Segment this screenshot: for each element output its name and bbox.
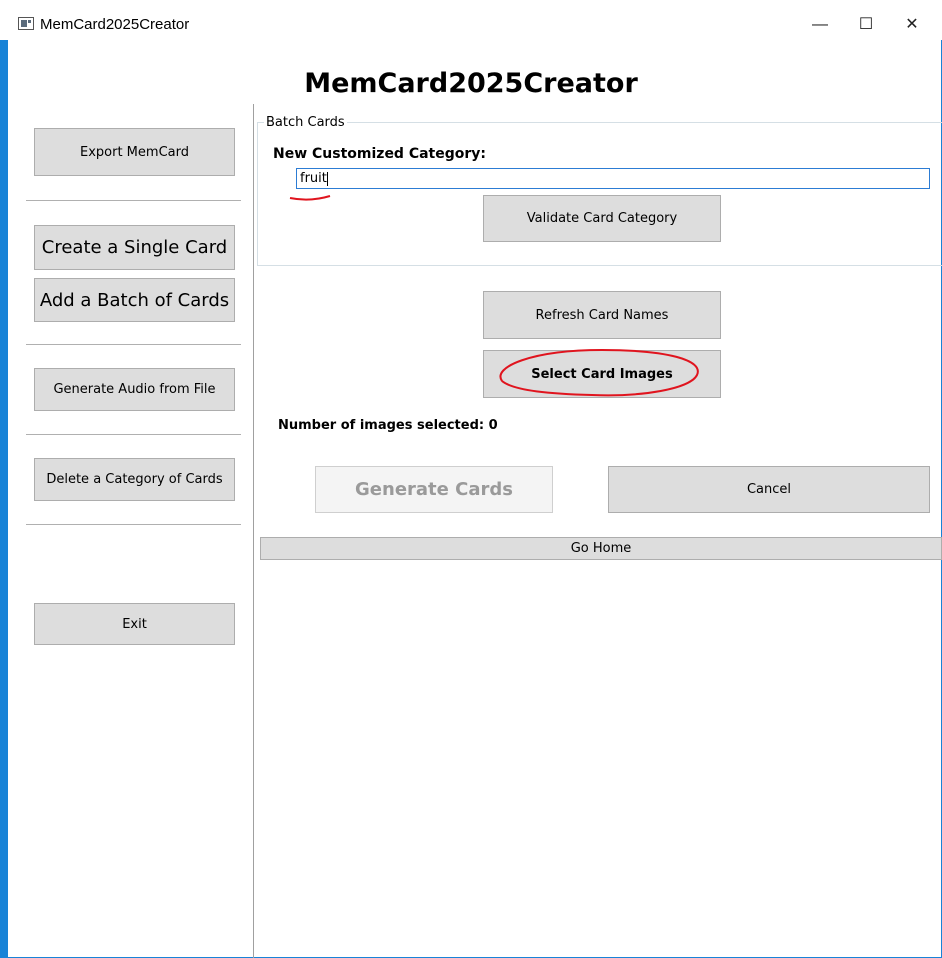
- app-window-icon: [18, 17, 34, 30]
- category-label: New Customized Category:: [273, 146, 487, 162]
- generate-cards-button[interactable]: Generate Cards: [315, 466, 553, 513]
- category-input-value: fruit: [300, 171, 327, 186]
- images-selected-count: Number of images selected: 0: [278, 418, 498, 433]
- delete-category-button[interactable]: Delete a Category of Cards: [34, 458, 235, 501]
- red-underline-annotation: [289, 195, 331, 201]
- window-title: MemCard2025Creator: [40, 16, 190, 33]
- maximize-icon[interactable]: ☐: [843, 10, 889, 40]
- sidebar-divider: [26, 200, 241, 201]
- cancel-button[interactable]: Cancel: [608, 466, 930, 513]
- sidebar-separator: [253, 104, 254, 958]
- batch-cards-group-label: Batch Cards: [264, 115, 347, 130]
- create-single-card-button[interactable]: Create a Single Card: [34, 225, 235, 270]
- sidebar-divider: [26, 344, 241, 345]
- text-caret: [326, 171, 328, 186]
- export-memcard-button[interactable]: Export MemCard: [34, 128, 235, 176]
- batch-cards-group: [257, 122, 942, 266]
- red-circle-annotation: [499, 348, 699, 397]
- add-batch-cards-button[interactable]: Add a Batch of Cards: [34, 278, 235, 322]
- go-home-button[interactable]: Go Home: [260, 537, 942, 560]
- sidebar-divider: [26, 524, 241, 525]
- sidebar-divider: [26, 434, 241, 435]
- title-bar: MemCard2025Creator — ☐ ✕: [0, 0, 942, 40]
- minimize-icon[interactable]: —: [797, 10, 843, 40]
- refresh-card-names-button[interactable]: Refresh Card Names: [483, 291, 721, 339]
- close-icon[interactable]: ✕: [889, 10, 935, 40]
- generate-audio-button[interactable]: Generate Audio from File: [34, 368, 235, 411]
- category-input[interactable]: fruit: [296, 168, 930, 189]
- page-title: MemCard2025Creator: [304, 68, 638, 99]
- exit-button[interactable]: Exit: [34, 603, 235, 645]
- validate-category-button[interactable]: Validate Card Category: [483, 195, 721, 242]
